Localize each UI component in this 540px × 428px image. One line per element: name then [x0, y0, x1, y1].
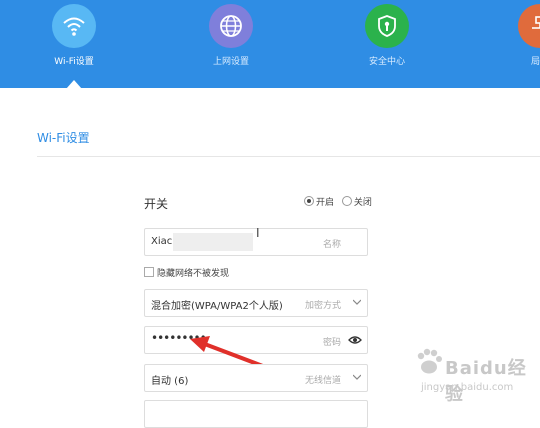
switch-off-radio[interactable]	[341, 196, 352, 206]
nav-internet-settings[interactable]: 上网设置	[181, 0, 281, 88]
channel-value: 自动 (6)	[151, 376, 189, 387]
globe-icon	[209, 4, 253, 48]
title-divider	[37, 156, 540, 157]
paw-icon	[417, 348, 442, 374]
nav-lan[interactable]: 局域	[490, 0, 540, 88]
watermark-subtext: jingyan.baidu.com	[421, 382, 514, 393]
wifi-switch-radio-group: 开启 关闭	[304, 195, 377, 208]
nav-label: 局域	[530, 57, 540, 67]
hide-network-label: 隐藏网络不被发现	[157, 269, 230, 279]
baidu-watermark: Baidu经验 jingyan.baidu.com	[415, 340, 540, 405]
wifi-name-value: Xiac	[151, 236, 173, 247]
nav-label: Wi-Fi设置	[54, 57, 94, 67]
text-cursor-icon: I	[256, 226, 260, 240]
switch-off-label[interactable]: 关闭	[354, 198, 372, 208]
nav-label: 上网设置	[212, 57, 249, 67]
encryption-placeholder: 加密方式	[304, 301, 341, 311]
eye-icon[interactable]	[348, 335, 362, 345]
hide-network-checkbox[interactable]	[144, 267, 154, 277]
watermark-text: Baidu经验	[445, 358, 527, 405]
encryption-select[interactable]: 混合加密(WPA/WPA2个人版) 加密方式	[144, 289, 368, 317]
chevron-down-icon	[353, 374, 361, 380]
nav-wifi-settings[interactable]: Wi-Fi设置	[24, 0, 124, 88]
lan-icon	[518, 4, 540, 48]
password-placeholder: 密码	[322, 338, 341, 348]
nav-security-center[interactable]: 安全中心	[337, 0, 437, 88]
switch-on-label[interactable]: 开启	[316, 198, 334, 208]
channel-select[interactable]: 自动 (6) 无线信道	[144, 364, 368, 392]
switch-label: 开关	[144, 197, 169, 211]
chevron-down-icon	[353, 299, 361, 305]
encryption-value: 混合加密(WPA/WPA2个人版)	[151, 301, 283, 312]
page-title: Wi-Fi设置	[37, 131, 90, 145]
channel-placeholder: 无线信道	[304, 376, 341, 386]
wifi-name-placeholder: 名称	[322, 240, 341, 250]
hide-network-option[interactable]: 隐藏网络不被发现	[144, 266, 229, 279]
next-field-partial[interactable]	[144, 400, 368, 428]
top-navigation: Wi-Fi设置 上网设置 安全中心 局	[0, 0, 540, 88]
active-tab-pointer	[66, 80, 82, 89]
redacted-blur	[173, 233, 253, 251]
nav-label: 安全中心	[368, 57, 405, 67]
switch-on-radio[interactable]	[304, 196, 314, 206]
wifi-icon	[52, 4, 96, 48]
shield-icon	[365, 4, 409, 48]
